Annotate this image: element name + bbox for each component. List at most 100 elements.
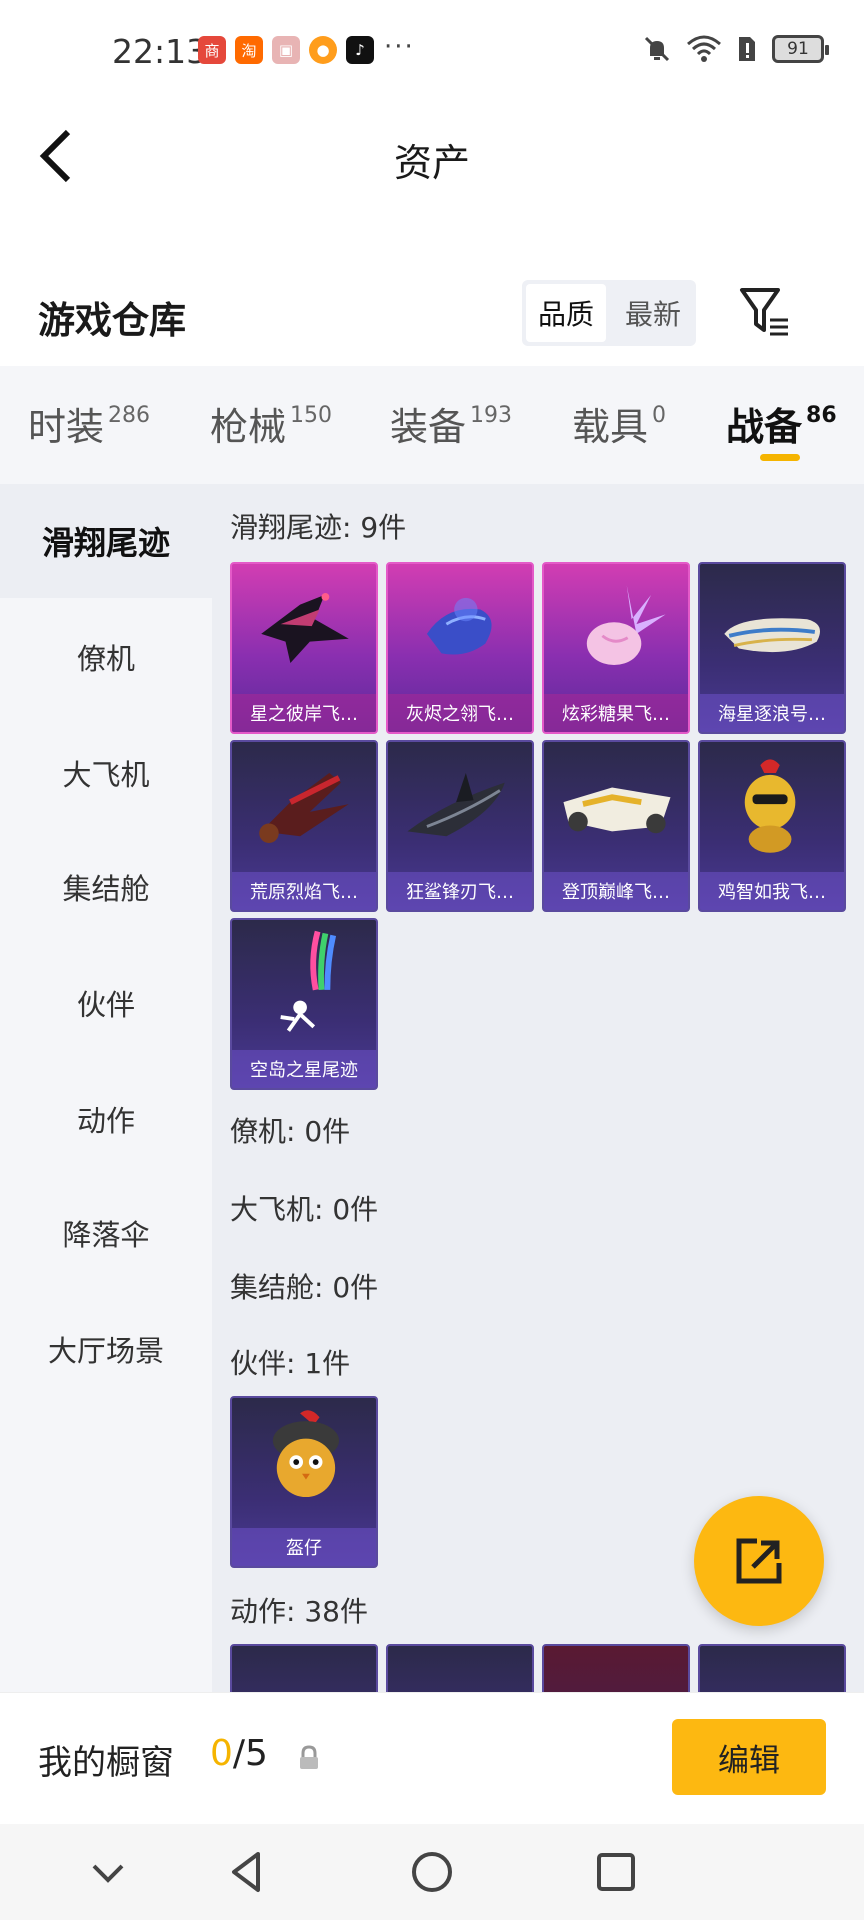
tab-equipment[interactable]: 装备 193 bbox=[390, 396, 512, 451]
companion-image bbox=[272, 1410, 340, 1498]
tab-label: 战备 bbox=[726, 405, 803, 449]
item-card[interactable]: 盔仔 bbox=[230, 1396, 378, 1568]
showcase-count-total: /5 bbox=[232, 1733, 268, 1774]
tab-count: 286 bbox=[108, 403, 151, 428]
system-status: 91 bbox=[642, 34, 829, 64]
status-time: 22:13 bbox=[112, 32, 208, 71]
sidebar-item-companion[interactable]: 伙伴 bbox=[0, 946, 212, 1060]
sidebar-item-wingman[interactable]: 僚机 bbox=[0, 600, 212, 714]
status-bar: 22:13 商 淘 ▣ ● ♪ ··· 91 bbox=[0, 0, 864, 104]
item-label: 狂鲨锋刃飞… bbox=[388, 872, 532, 910]
glider-image bbox=[280, 930, 337, 1032]
taobao-icon: 淘 bbox=[235, 36, 263, 64]
tab-vehicles[interactable]: 载具 0 bbox=[572, 396, 666, 451]
item-label: 海星逐浪号… bbox=[700, 694, 844, 732]
gift-icon: ▣ bbox=[272, 36, 300, 64]
nav-home-icon[interactable] bbox=[408, 1848, 456, 1896]
share-button[interactable] bbox=[694, 1496, 824, 1626]
item-card[interactable] bbox=[542, 1644, 690, 1692]
subcategory-sidebar: 滑翔尾迹 僚机 大飞机 集结舱 伙伴 动作 降落伞 大厅场景 bbox=[0, 484, 212, 1692]
glider-image bbox=[407, 772, 505, 837]
tab-count: 193 bbox=[470, 403, 513, 428]
sim-alert-icon bbox=[739, 37, 755, 61]
warehouse-bar: 游戏仓库 品质 最新 bbox=[0, 268, 864, 364]
page-title: 资产 bbox=[393, 141, 470, 185]
system-navigation-bar bbox=[0, 1824, 864, 1920]
glider-image bbox=[426, 597, 492, 655]
sidebar-item-parachute[interactable]: 降落伞 bbox=[0, 1176, 212, 1290]
glider-image bbox=[261, 593, 349, 664]
section-heading: 僚机: 0件 bbox=[230, 1115, 351, 1148]
sidebar-item-rally-pod[interactable]: 集结舱 bbox=[0, 830, 212, 944]
section-heading: 滑翔尾迹: 9件 bbox=[230, 511, 407, 544]
sort-quality-button[interactable]: 品质 bbox=[526, 284, 606, 342]
item-card[interactable]: 空岛之星尾迹 bbox=[230, 918, 378, 1090]
edit-button[interactable]: 编辑 bbox=[672, 1719, 826, 1795]
glider-image bbox=[724, 618, 820, 653]
filter-icon[interactable] bbox=[738, 284, 790, 340]
item-card[interactable]: 海星逐浪号… bbox=[698, 562, 846, 734]
sort-newest-button[interactable]: 最新 bbox=[610, 280, 696, 346]
item-card[interactable]: 鸡智如我飞… bbox=[698, 740, 846, 912]
sidebar-item-lobby-scene[interactable]: 大厅场景 bbox=[0, 1292, 212, 1406]
glider-image bbox=[586, 585, 666, 665]
nav-recents-icon[interactable] bbox=[592, 1848, 640, 1896]
tab-combat-gear[interactable]: 战备 86 bbox=[726, 396, 837, 451]
glider-image bbox=[744, 759, 796, 853]
battery-icon: 91 bbox=[772, 35, 829, 63]
section-heading: 动作: 38件 bbox=[230, 1595, 368, 1628]
showcase-count-used: 0 bbox=[210, 1733, 233, 1774]
active-tab-indicator bbox=[760, 454, 800, 461]
tab-label: 枪械 bbox=[210, 405, 287, 449]
wifi-icon bbox=[687, 35, 721, 62]
item-card[interactable] bbox=[698, 1644, 846, 1692]
tab-count: 86 bbox=[806, 403, 837, 428]
item-card[interactable]: 炫彩糖果飞… bbox=[542, 562, 690, 734]
section-heading: 伙伴: 1件 bbox=[230, 1347, 351, 1380]
item-label: 盔仔 bbox=[232, 1528, 376, 1566]
item-card[interactable]: 灰烬之翎飞… bbox=[386, 562, 534, 734]
section-heading: 大飞机: 0件 bbox=[230, 1193, 379, 1226]
tab-label: 时装 bbox=[28, 405, 105, 449]
tab-label: 装备 bbox=[390, 405, 467, 449]
section-heading: 集结舱: 0件 bbox=[230, 1271, 379, 1304]
item-label: 灰烬之翎飞… bbox=[388, 694, 532, 732]
tab-weapons[interactable]: 枪械 150 bbox=[210, 396, 332, 451]
item-card[interactable] bbox=[230, 1644, 378, 1692]
glider-image bbox=[563, 787, 671, 834]
item-label: 鸡智如我飞… bbox=[700, 872, 844, 910]
sidebar-item-plane[interactable]: 大飞机 bbox=[0, 716, 212, 830]
lock-icon bbox=[300, 1745, 318, 1769]
showcase-title: 我的橱窗 bbox=[38, 1743, 174, 1783]
mute-bell-icon bbox=[644, 36, 670, 62]
tab-count: 0 bbox=[652, 403, 667, 428]
item-label: 荒原烈焰飞… bbox=[232, 872, 376, 910]
showcase-bar: 我的橱窗 0/5 编辑 bbox=[0, 1692, 864, 1824]
nav-back-icon[interactable] bbox=[224, 1848, 272, 1896]
chevron-down-icon[interactable] bbox=[84, 1848, 132, 1896]
more-notifications-icon: ··· bbox=[384, 32, 415, 62]
item-label: 登顶巅峰飞… bbox=[544, 872, 688, 910]
orange-icon: ● bbox=[309, 36, 337, 64]
sidebar-item-glide-trail[interactable]: 滑翔尾迹 bbox=[0, 484, 212, 598]
huawei-mall-icon: 商 bbox=[198, 36, 226, 64]
item-card[interactable]: 登顶巅峰飞… bbox=[542, 740, 690, 912]
notification-icons: 商 淘 ▣ ● ♪ bbox=[198, 36, 374, 64]
item-card[interactable]: 星之彼岸飞… bbox=[230, 562, 378, 734]
item-card[interactable] bbox=[386, 1644, 534, 1692]
tab-fashion[interactable]: 时装 286 bbox=[28, 396, 150, 451]
item-label: 炫彩糖果飞… bbox=[544, 694, 688, 732]
sidebar-item-emote[interactable]: 动作 bbox=[0, 1062, 212, 1176]
item-label: 星之彼岸飞… bbox=[232, 694, 376, 732]
item-card[interactable]: 狂鲨锋刃飞… bbox=[386, 740, 534, 912]
tab-count: 150 bbox=[290, 403, 333, 428]
glider-image bbox=[259, 772, 349, 843]
item-card[interactable]: 荒原烈焰飞… bbox=[230, 740, 378, 912]
tiktok-icon: ♪ bbox=[346, 36, 374, 64]
warehouse-title: 游戏仓库 bbox=[38, 299, 186, 342]
sort-toggle: 品质 最新 bbox=[522, 280, 696, 346]
page-header: 资产 bbox=[0, 104, 864, 208]
category-tabs: 时装 286 枪械 150 装备 193 载具 0 战备 86 bbox=[0, 366, 864, 484]
share-export-icon bbox=[736, 1538, 782, 1584]
item-label: 空岛之星尾迹 bbox=[232, 1050, 376, 1088]
